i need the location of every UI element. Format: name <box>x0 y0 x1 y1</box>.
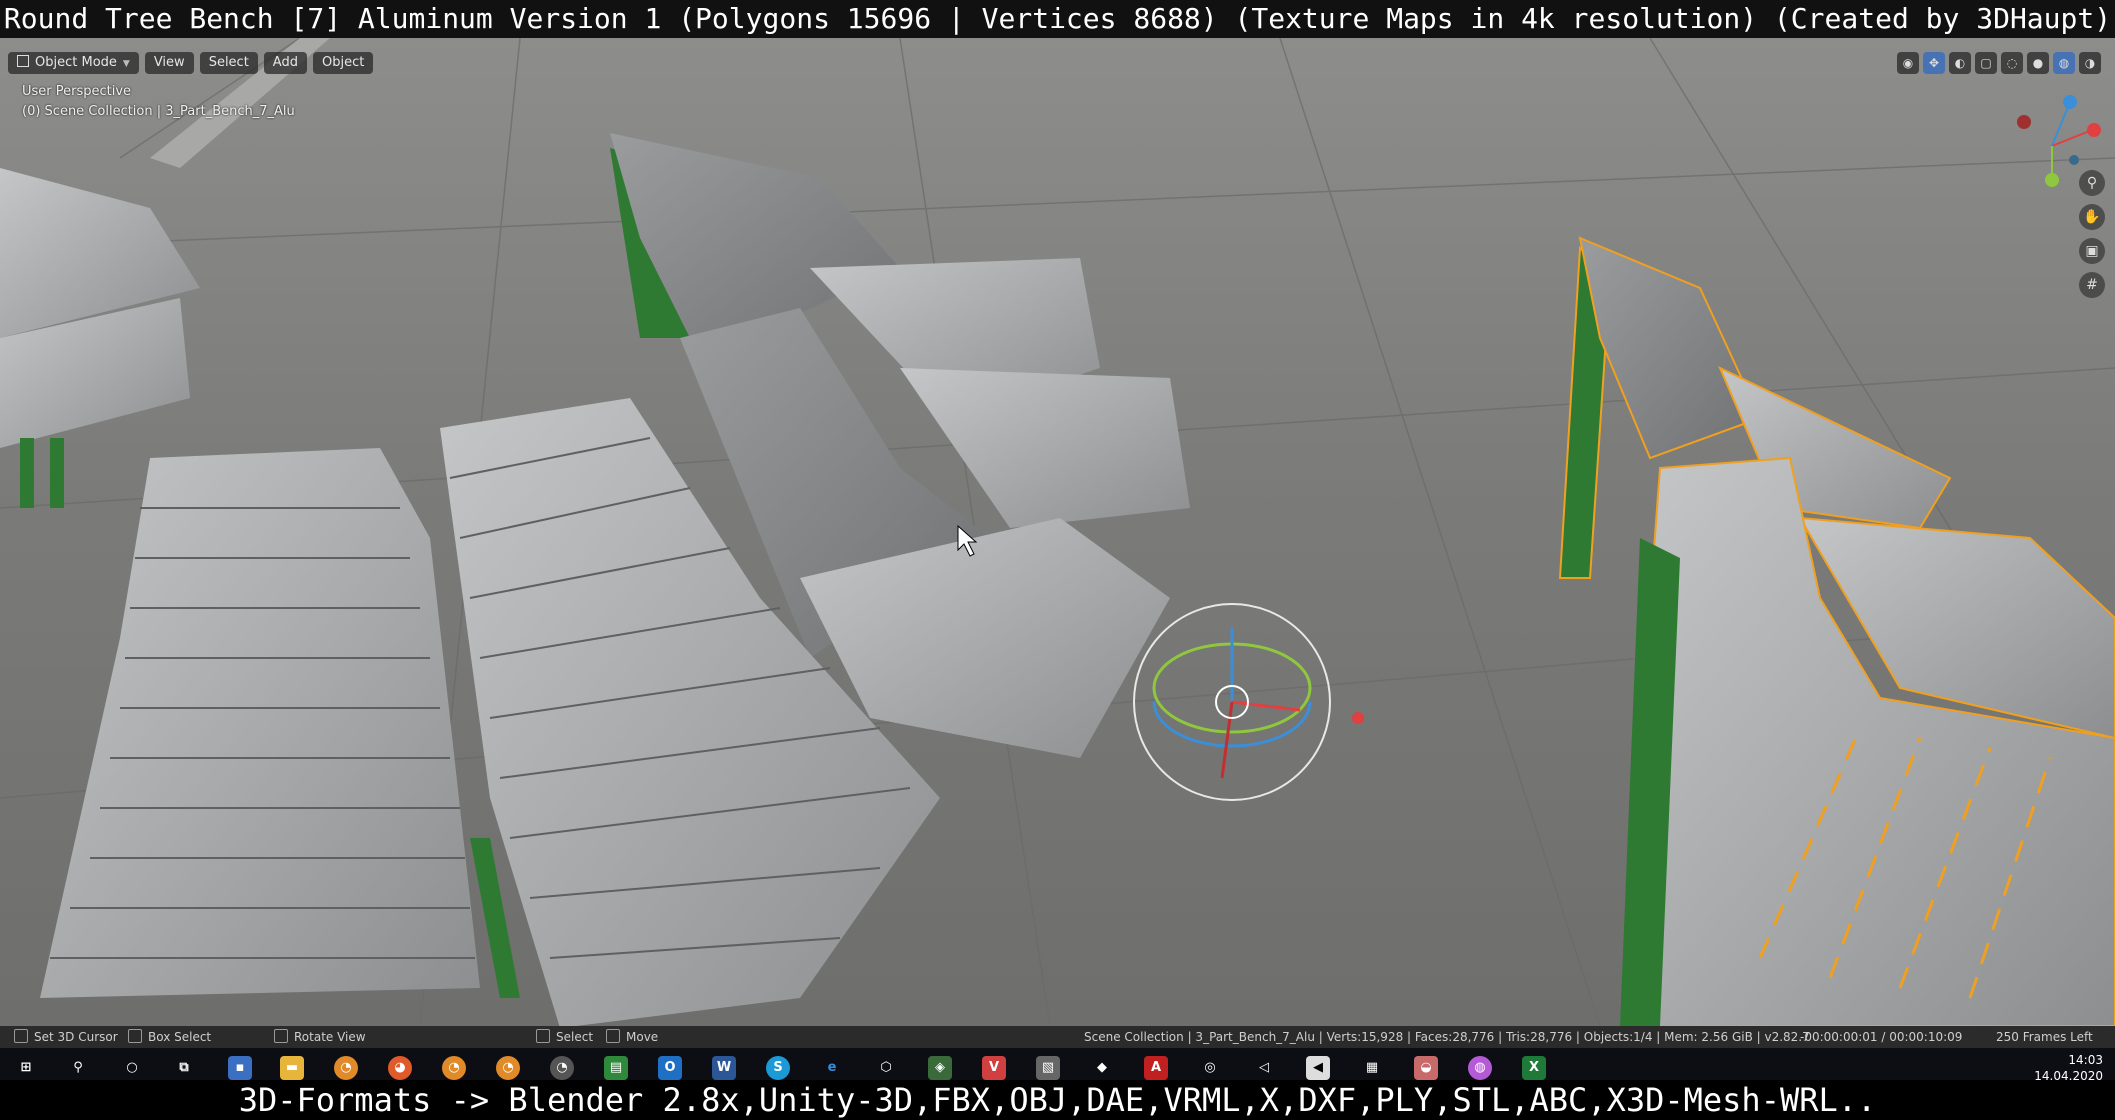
rendered-shading-icon[interactable]: ◑ <box>2079 52 2101 74</box>
status-move-label: Move <box>626 1030 659 1044</box>
scene-render <box>0 38 2115 1026</box>
menu-add[interactable]: Add <box>263 52 307 74</box>
acrobat-icon[interactable]: A <box>1144 1056 1168 1080</box>
status-set-3d-cursor-label: Set 3D Cursor <box>34 1030 118 1044</box>
blender-app-icon-2[interactable]: ◔ <box>442 1056 466 1080</box>
spreadsheet-app-icon[interactable]: ▤ <box>604 1056 628 1080</box>
visibility-icon[interactable]: ◉ <box>1897 52 1919 74</box>
unity-icon[interactable]: ◁ <box>1252 1056 1276 1080</box>
status-bar: Set 3D Cursor Box Select Rotate View Sel… <box>0 1026 2115 1048</box>
object-mode-icon <box>17 55 29 67</box>
file-explorer-icon[interactable]: ▬ <box>280 1056 304 1080</box>
camera-icon[interactable]: ▣ <box>2079 238 2105 264</box>
viewport-header: Object Mode ▼ View Select Add Object <box>8 52 374 74</box>
menu-select[interactable]: Select <box>199 52 258 74</box>
clock-time: 14:03 <box>2068 1053 2103 1067</box>
scene-statistics: Scene Collection | 3_Part_Bench_7_Alu | … <box>1084 1030 1810 1044</box>
menu-view[interactable]: View <box>144 52 194 74</box>
video-bottom-caption: 3D-Formats -> Blender 2.8x,Unity-3D,FBX,… <box>0 1080 2115 1120</box>
search-icon[interactable]: ⚲ <box>66 1056 90 1080</box>
mouse-drag-icon <box>128 1029 142 1043</box>
windows-start-icon[interactable]: ⊞ <box>14 1056 38 1080</box>
xray-toggle-icon[interactable]: ▢ <box>1975 52 1997 74</box>
bench-far-left <box>0 168 200 508</box>
paint-icon[interactable]: ◍ <box>1468 1056 1492 1080</box>
calculator-icon[interactable]: ▦ <box>1360 1056 1384 1080</box>
blender-app-icon-active[interactable]: ◔ <box>550 1056 574 1080</box>
object-mode-dropdown[interactable]: Object Mode ▼ <box>8 52 139 74</box>
status-box-select-label: Box Select <box>148 1030 212 1044</box>
collection-label: (0) Scene Collection | 3_Part_Bench_7_Al… <box>22 104 295 119</box>
excel-icon[interactable]: X <box>1522 1056 1546 1080</box>
chevron-down-icon: ▼ <box>122 59 130 69</box>
3d-viewer-icon[interactable]: ⬡ <box>874 1056 898 1080</box>
bench-center <box>40 133 1190 1026</box>
view-perspective-label: User Perspective <box>22 84 132 99</box>
vivaldi-icon[interactable]: V <box>982 1056 1006 1080</box>
mouse-right-icon <box>536 1029 550 1043</box>
status-select-label: Select <box>556 1030 594 1044</box>
status-rotate-view-label: Rotate View <box>294 1030 366 1044</box>
viewport-shading-toolbar: ◉ ✥ ◐ ▢ ◌ ● ◍ ◑ <box>1897 52 2101 74</box>
unity-hub-icon[interactable]: ◀ <box>1306 1056 1330 1080</box>
edge-icon[interactable]: e <box>820 1056 844 1080</box>
status-rotate-view: Rotate View <box>274 1026 366 1048</box>
status-move: Move <box>606 1026 658 1048</box>
outlook-icon[interactable]: O <box>658 1056 682 1080</box>
menu-object[interactable]: Object <box>312 52 374 74</box>
hand-pan-icon[interactable]: ✋ <box>2079 204 2105 230</box>
cortana-icon[interactable]: ○ <box>120 1056 144 1080</box>
app-icon-shape[interactable]: ◆ <box>1090 1056 1114 1080</box>
obs-icon[interactable]: ◎ <box>1198 1056 1222 1080</box>
material-shading-icon[interactable]: ◍ <box>2053 52 2075 74</box>
status-box-select: Box Select <box>128 1026 211 1048</box>
blender-app-icon[interactable]: ◔ <box>334 1056 358 1080</box>
mouse-drag-icon <box>606 1029 620 1043</box>
task-view-icon[interactable]: ⧉ <box>172 1056 196 1080</box>
wireframe-shading-icon[interactable]: ◌ <box>2001 52 2023 74</box>
app-icon-red[interactable]: ◒ <box>1414 1056 1438 1080</box>
solid-shading-icon[interactable]: ● <box>2027 52 2049 74</box>
navigation-controls: ⚲ ✋ ▣ # <box>2079 170 2105 298</box>
status-select: Select <box>536 1026 593 1048</box>
transform-gizmo <box>1133 603 1364 801</box>
timecode: -00:00:00:01 / 00:00:10:09 <box>1800 1030 1963 1044</box>
skype-icon[interactable]: S <box>766 1056 790 1080</box>
word-icon[interactable]: W <box>712 1056 736 1080</box>
mouse-left-icon <box>14 1029 28 1043</box>
blender-app-icon-3[interactable]: ◔ <box>496 1056 520 1080</box>
save-disk-icon[interactable]: ▪ <box>228 1056 252 1080</box>
bench-selected-right <box>1558 236 2115 1026</box>
3d-viewport[interactable]: Object Mode ▼ View Select Add Object User… <box>0 38 2115 1026</box>
grid-icon[interactable]: # <box>2079 272 2105 298</box>
object-mode-label: Object Mode <box>35 55 117 70</box>
video-top-caption: Round Tree Bench [7] Aluminum Version 1 … <box>0 0 2115 38</box>
app-icon-gray[interactable]: ▧ <box>1036 1056 1060 1080</box>
frames-left: 250 Frames Left <box>1996 1030 2093 1044</box>
status-set-3d-cursor: Set 3D Cursor <box>14 1026 118 1048</box>
firefox-icon[interactable]: ◕ <box>388 1056 412 1080</box>
zoom-icon[interactable]: ⚲ <box>2079 170 2105 196</box>
mouse-middle-icon <box>274 1029 288 1043</box>
app-icon-green[interactable]: ◈ <box>928 1056 952 1080</box>
overlay-toggle-icon[interactable]: ◐ <box>1949 52 1971 74</box>
gizmo-toggle-icon[interactable]: ✥ <box>1923 52 1945 74</box>
